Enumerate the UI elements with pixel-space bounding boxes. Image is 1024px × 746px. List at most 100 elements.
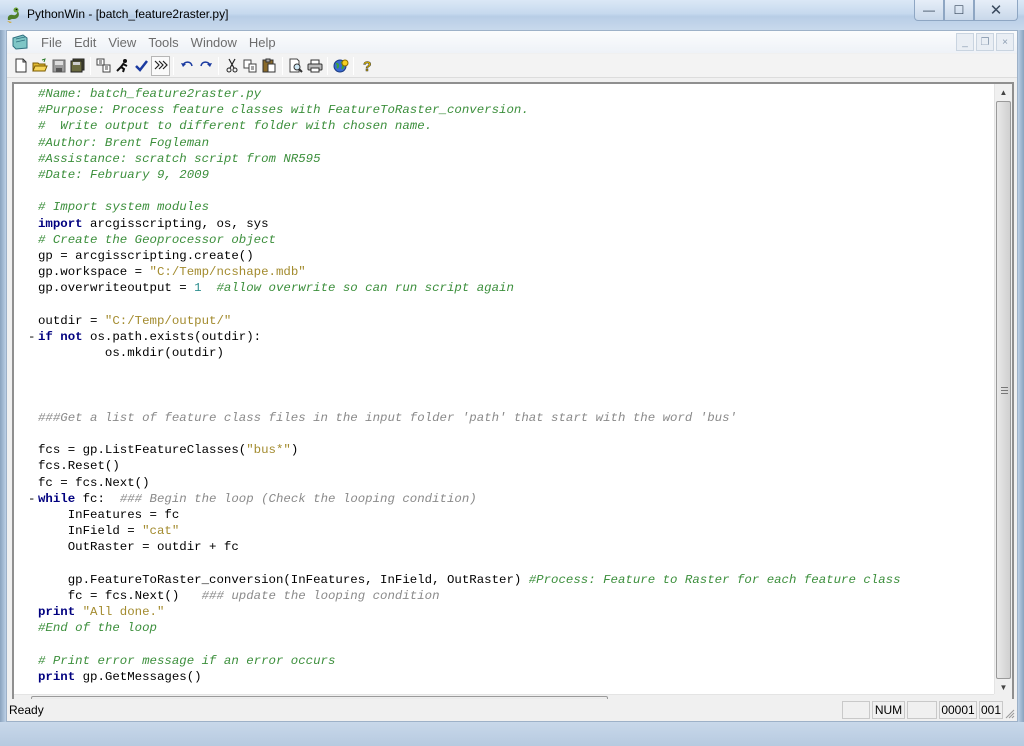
code-line[interactable]: ###Get a list of feature class files in … (14, 410, 994, 426)
code-line[interactable]: print "All done." (14, 604, 994, 620)
code-line[interactable]: - if not os.path.exists(outdir): (14, 329, 994, 345)
code-line[interactable]: #Name: batch_feature2raster.py (14, 86, 994, 102)
fold-marker-icon[interactable]: - (28, 329, 35, 345)
print-preview-button[interactable] (286, 56, 305, 76)
code-line[interactable]: outdir = "C:/Temp/output/" (14, 313, 994, 329)
redo-button[interactable] (196, 56, 215, 76)
document-icon[interactable] (11, 34, 29, 50)
new-file-button[interactable] (11, 56, 30, 76)
check-button[interactable] (132, 56, 151, 76)
fold-marker-icon[interactable]: - (28, 491, 35, 507)
size-grip-icon[interactable] (1003, 707, 1015, 719)
keyword-token: import (38, 216, 83, 231)
code-token: fcs.Reset() (38, 459, 120, 474)
code-line[interactable]: # Import system modules (14, 199, 994, 215)
undo-button[interactable] (177, 56, 196, 76)
code-token: InField = (38, 524, 143, 539)
code-line[interactable]: gp.FeatureToRaster_conversion(InFeatures… (14, 572, 994, 588)
keyword-token: while (38, 491, 76, 506)
status-pane-line: 00001 (939, 701, 977, 719)
interactive-window-button[interactable] (151, 55, 170, 76)
mdi-close-button[interactable]: × (996, 33, 1014, 51)
minimize-window-button[interactable]: — (914, 0, 944, 21)
check-icon (135, 60, 148, 72)
menu-view[interactable]: View (102, 35, 142, 50)
status-pane-num: NUM (872, 701, 905, 719)
toolbar-separator (327, 56, 328, 75)
vertical-scrollbar[interactable]: ▲ ▼ (994, 84, 1012, 696)
close-icon: × (1002, 36, 1008, 48)
save-all-button[interactable] (68, 56, 87, 76)
vertical-scroll-thumb[interactable] (996, 101, 1011, 679)
print-button[interactable] (305, 56, 324, 76)
string-token: "C:/Temp/ncshape.mdb" (149, 265, 306, 280)
grip-line (1001, 387, 1008, 388)
code-line[interactable]: - while fc: ### Begin the loop (Check the… (14, 491, 994, 507)
code-line[interactable] (14, 636, 994, 652)
help-button[interactable]: ? (357, 56, 376, 76)
code-line[interactable]: #Author: Brent Fogleman (14, 135, 994, 151)
grip-line (1001, 393, 1008, 394)
close-window-button[interactable]: ✕ (974, 0, 1018, 21)
menu-bar: File Edit View Tools Window Help _ ❐ × (7, 31, 1017, 53)
save-disk-icon (52, 59, 65, 72)
toolbar-separator (282, 56, 283, 75)
code-token: InFeatures = fc (38, 507, 180, 522)
code-line[interactable]: fc = fcs.Next() ### update the looping c… (14, 588, 994, 604)
run-icon (116, 59, 128, 73)
code-line[interactable]: #Purpose: Process feature classes with F… (14, 102, 994, 118)
code-line[interactable] (14, 377, 994, 393)
mdi-minimize-button[interactable]: _ (956, 33, 974, 51)
code-line[interactable]: import arcgisscripting, os, sys (14, 216, 994, 232)
close-icon: ✕ (989, 2, 1003, 19)
code-line[interactable]: os.mkdir(outdir) (14, 345, 994, 361)
open-file-button[interactable] (30, 56, 49, 76)
keyword-token: print (38, 669, 76, 684)
code-line[interactable] (14, 426, 994, 442)
code-line[interactable]: InFeatures = fc (14, 507, 994, 523)
run-button[interactable] (113, 56, 132, 76)
comment-token: #End of the loop (38, 621, 157, 636)
code-line[interactable] (14, 361, 994, 377)
code-line[interactable]: fc = fcs.Next() (14, 475, 994, 491)
mdi-restore-button[interactable]: ❐ (976, 33, 994, 51)
menu-window[interactable]: Window (185, 35, 243, 50)
code-line[interactable]: # Create the Geoprocessor object (14, 232, 994, 248)
code-editor[interactable]: #Name: batch_feature2raster.py #Purpose: … (14, 84, 994, 696)
code-line[interactable]: #Date: February 9, 2009 (14, 167, 994, 183)
code-line[interactable]: gp.workspace = "C:/Temp/ncshape.mdb" (14, 264, 994, 280)
save-button[interactable] (49, 56, 68, 76)
code-line[interactable]: print gp.GetMessages() (14, 669, 994, 685)
menu-tools[interactable]: Tools (142, 35, 184, 50)
code-line[interactable]: #Assistance: scratch script from NR595 (14, 151, 994, 167)
browser-button[interactable] (331, 56, 350, 76)
menu-help[interactable]: Help (243, 35, 282, 50)
code-token: gp.workspace = (38, 265, 150, 280)
code-line[interactable] (14, 183, 994, 199)
code-line[interactable]: gp.overwriteoutput = 1 #allow overwrite … (14, 280, 994, 296)
menu-edit[interactable]: Edit (68, 35, 102, 50)
code-editor-frame: #Name: batch_feature2raster.py #Purpose: … (12, 82, 1014, 714)
code-line[interactable]: fcs.Reset() (14, 458, 994, 474)
code-token: fc: (75, 491, 120, 506)
code-line[interactable]: #End of the loop (14, 620, 994, 636)
open-folder-icon (31, 58, 48, 72)
import-icon (96, 58, 110, 73)
code-line[interactable] (14, 296, 994, 312)
code-line[interactable] (14, 394, 994, 410)
import-button[interactable] (94, 56, 113, 76)
scroll-up-arrow-icon[interactable]: ▲ (995, 84, 1012, 101)
code-line[interactable] (14, 555, 994, 571)
code-line[interactable]: gp = arcgisscripting.create() (14, 248, 994, 264)
code-line[interactable]: OutRaster = outdir + fc (14, 539, 994, 555)
copy-button[interactable] (241, 56, 260, 76)
code-line[interactable]: # Write output to different folder with … (14, 118, 994, 134)
paste-button[interactable] (260, 56, 279, 76)
maximize-window-button[interactable]: ☐ (944, 0, 974, 21)
cut-button[interactable] (222, 56, 241, 76)
code-line[interactable]: InField = "cat" (14, 523, 994, 539)
globe-icon (333, 59, 348, 73)
code-line[interactable]: # Print error message if an error occurs (14, 653, 994, 669)
menu-file[interactable]: File (35, 35, 68, 50)
code-line[interactable]: fcs = gp.ListFeatureClasses("bus*") (14, 442, 994, 458)
